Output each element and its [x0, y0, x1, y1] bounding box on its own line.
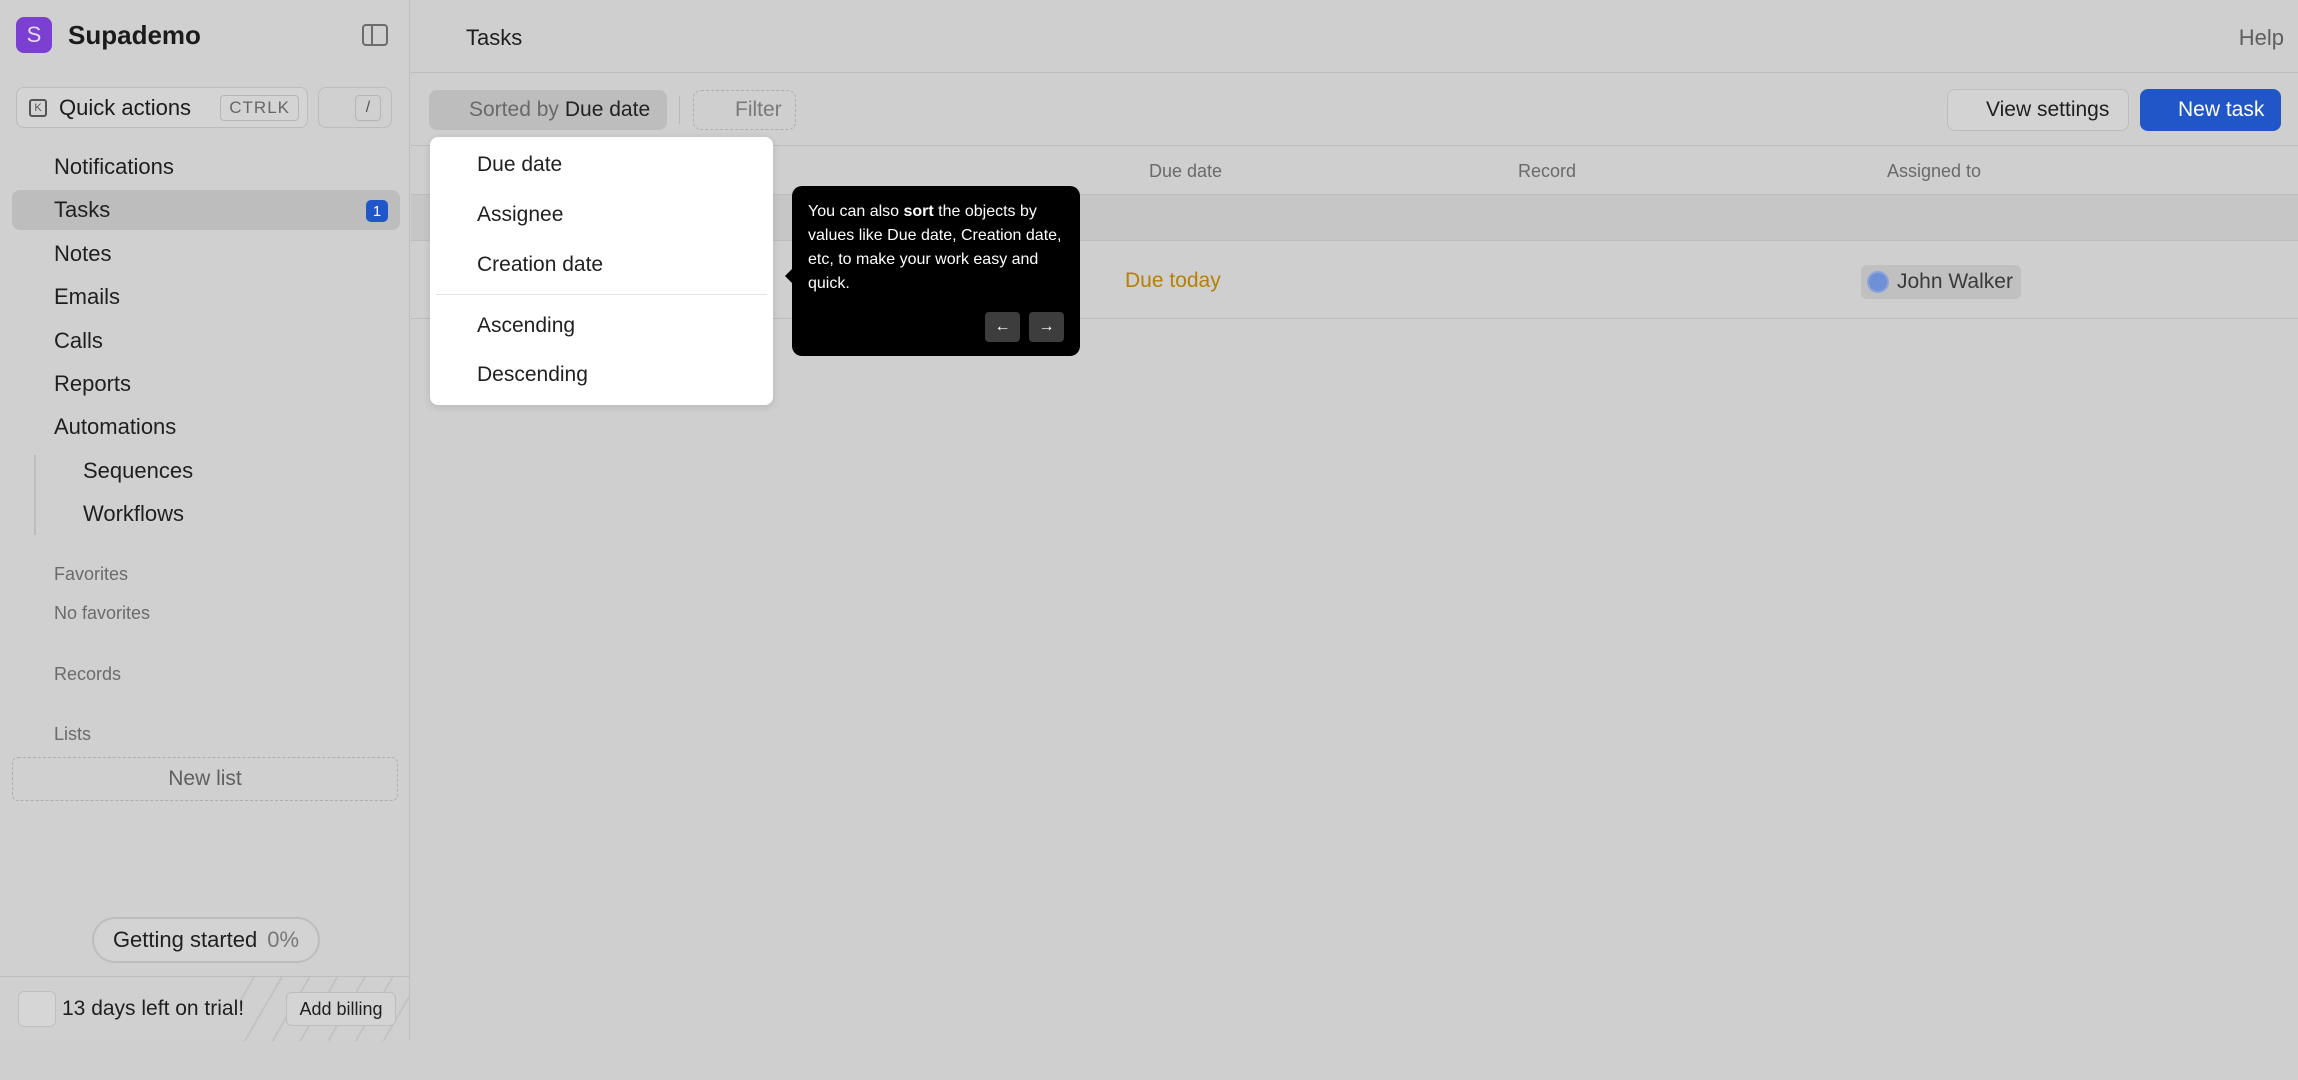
tooltip-next-button[interactable]: →	[1029, 312, 1064, 342]
getting-started-progress: 0%	[267, 927, 300, 952]
sort-order-ascending[interactable]: Ascending	[477, 314, 575, 338]
getting-started-button[interactable]: Getting started 0%	[92, 917, 320, 963]
sort-order-descending[interactable]: Descending	[477, 363, 588, 387]
sidebar-item-label: Notifications	[54, 154, 174, 179]
sidebar-item-reports[interactable]: Reports	[12, 364, 400, 404]
sidebar-item-label: Automations	[54, 414, 177, 439]
new-list-button[interactable]: New list	[12, 757, 398, 801]
sort-option-due-date[interactable]: Due date	[477, 153, 562, 177]
sort-option-creation-date[interactable]: Creation date	[477, 253, 603, 277]
tasks-count-badge: 1	[366, 200, 388, 222]
guide-tooltip: You can also sort the objects by values …	[785, 186, 1080, 356]
column-header-record[interactable]: Record	[1518, 161, 1576, 182]
quick-actions-shortcut: CTRLK	[220, 95, 299, 121]
sidebar-item-label: Emails	[54, 284, 121, 309]
sidebar-item-label: Notes	[54, 241, 112, 266]
page-header: Tasks Help	[411, 0, 2298, 73]
tooltip-text: You can also sort the objects by values …	[808, 203, 1062, 292]
trial-text: 13 days left on trial!	[62, 997, 245, 1020]
sidebar-item-notes[interactable]: Notes	[12, 234, 400, 274]
sidebar-item-label: Calls	[54, 328, 103, 353]
column-header-assigned-to[interactable]: Assigned to	[1887, 161, 1981, 182]
slash-command-button[interactable]: /	[318, 87, 392, 128]
workspace-switcher[interactable]: S Supademo	[16, 17, 201, 53]
sort-dropdown-menu: Due date Assignee Creation date Ascendin…	[430, 137, 773, 405]
favorites-empty-text: No favorites	[54, 603, 151, 623]
sidebar-item-automations[interactable]: Automations	[12, 407, 400, 447]
trial-icon	[18, 991, 56, 1027]
favorites-heading[interactable]: Favorites	[54, 564, 128, 585]
view-settings-button[interactable]: View settings	[1947, 89, 2129, 131]
tooltip-prev-button[interactable]: ←	[985, 312, 1020, 342]
sidebar-item-workflows[interactable]: Workflows	[12, 494, 400, 534]
quick-actions-button[interactable]: K Quick actions CTRLK	[16, 87, 308, 128]
assignee-name: John Walker	[1897, 270, 2013, 293]
toolbar-divider	[679, 96, 680, 124]
sidebar-item-tasks[interactable]: Tasks 1	[12, 190, 400, 230]
sort-button[interactable]: Sorted by Due date	[429, 90, 667, 130]
sort-value: Due date	[564, 98, 651, 121]
sidebar-item-label: Sequences	[83, 458, 194, 483]
trial-banner: 13 days left on trial! Add billing	[0, 976, 410, 1041]
sidebar-item-label: Tasks	[54, 197, 111, 222]
new-task-button[interactable]: New task	[2140, 89, 2281, 131]
page-title: Tasks	[466, 25, 523, 50]
tasks-toolbar: Sorted by Due date Filter View settings …	[411, 74, 2298, 146]
lists-heading[interactable]: Lists	[54, 724, 91, 745]
due-date-cell: Due today	[1125, 269, 1221, 292]
getting-started-label: Getting started	[112, 927, 258, 952]
add-billing-button[interactable]: Add billing	[286, 992, 396, 1026]
quick-actions-label: Quick actions	[59, 94, 192, 120]
sidebar-toggle-icon[interactable]	[362, 24, 388, 46]
slash-key: /	[355, 95, 381, 121]
command-icon: K	[29, 98, 47, 117]
help-link[interactable]: Help	[2239, 25, 2284, 51]
filter-button[interactable]: Filter	[693, 90, 796, 130]
records-heading[interactable]: Records	[54, 664, 121, 685]
avatar	[1867, 271, 1889, 293]
column-header-due-date[interactable]: Due date	[1149, 161, 1222, 182]
sort-prefix: Sorted by	[469, 98, 559, 121]
sidebar: S Supademo K Quick actions CTRLK / Notif…	[0, 0, 410, 1040]
sidebar-item-notifications[interactable]: Notifications	[12, 147, 400, 187]
menu-divider	[436, 294, 767, 295]
sidebar-item-calls[interactable]: Calls	[12, 321, 400, 361]
sidebar-item-sequences[interactable]: Sequences	[12, 451, 400, 491]
sidebar-item-label: Workflows	[83, 501, 185, 526]
assignee-chip[interactable]: John Walker	[1861, 265, 2021, 299]
workspace-logo: S	[16, 17, 52, 53]
sidebar-item-emails[interactable]: Emails	[12, 277, 400, 317]
sidebar-item-label: Reports	[54, 371, 132, 396]
workspace-name: Supademo	[68, 19, 201, 50]
sort-option-assignee[interactable]: Assignee	[477, 203, 563, 227]
